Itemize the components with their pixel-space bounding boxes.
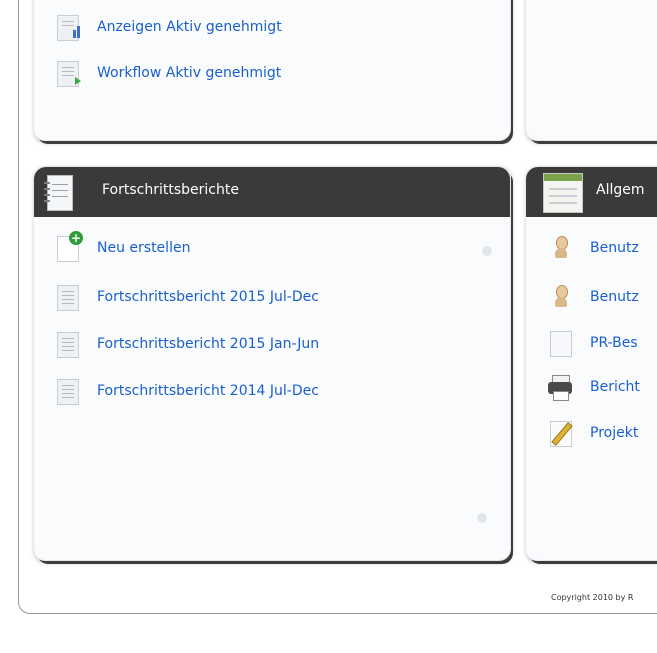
report-2015-jul-dec-link[interactable]: Fortschrittsbericht 2015 Jul-Dec <box>53 282 319 312</box>
top-right-panel <box>525 0 657 141</box>
chart-document-icon <box>53 12 83 42</box>
progress-reports-header: Fortschrittsberichte <box>34 167 510 217</box>
workflow-aktiv-link[interactable]: Workflow Aktiv genehmigt <box>53 58 281 88</box>
workflow-aktiv-label: Workflow Aktiv genehmigt <box>97 65 282 81</box>
new-report-link[interactable]: + Neu erstellen <box>53 231 191 263</box>
notebook-icon <box>44 175 73 211</box>
general-item-bericht[interactable]: Bericht <box>546 372 640 402</box>
general-item-bericht-label: Bericht <box>590 379 640 395</box>
document-icon <box>546 328 576 358</box>
general-item-user-1-label: Benutz <box>590 240 639 256</box>
report-2014-jul-dec-label: Fortschrittsbericht 2014 Jul-Dec <box>97 383 319 399</box>
top-left-panel: Anzeigen Aktiv genehmigt Workflow Aktiv … <box>33 0 511 141</box>
user-icon <box>546 282 576 312</box>
general-item-user-2[interactable]: Benutz <box>546 282 639 312</box>
report-2015-jul-dec-label: Fortschrittsbericht 2015 Jul-Dec <box>97 289 319 305</box>
workflow-document-icon <box>53 58 83 88</box>
general-panel: Allgem Benutz Benutz PR-Bes Bericht Proj… <box>525 166 657 561</box>
document-icon <box>53 329 83 359</box>
calendar-icon <box>543 173 583 213</box>
report-2015-jan-jun-label: Fortschrittsbericht 2015 Jan-Jun <box>97 336 320 352</box>
pencil-icon <box>546 418 576 448</box>
document-icon <box>53 282 83 312</box>
progress-reports-panel: Fortschrittsberichte + Neu erstellen For… <box>33 166 511 561</box>
anzeigen-aktiv-link[interactable]: Anzeigen Aktiv genehmigt <box>53 12 282 42</box>
scroll-down-handle[interactable] <box>477 513 487 523</box>
general-item-user-2-label: Benutz <box>590 289 639 305</box>
anzeigen-aktiv-label: Anzeigen Aktiv genehmigt <box>97 19 282 35</box>
general-item-pr[interactable]: PR-Bes <box>546 328 638 358</box>
user-icon <box>546 233 576 263</box>
general-item-user-1[interactable]: Benutz <box>546 233 639 263</box>
general-item-pr-label: PR-Bes <box>590 335 638 351</box>
document-icon <box>53 376 83 406</box>
general-header: Allgem <box>526 167 657 217</box>
new-document-icon: + <box>53 231 83 263</box>
printer-icon <box>546 372 576 402</box>
new-report-label: Neu erstellen <box>97 240 191 256</box>
scroll-up-handle[interactable] <box>482 246 492 256</box>
report-2014-jul-dec-link[interactable]: Fortschrittsbericht 2014 Jul-Dec <box>53 376 319 406</box>
general-item-projekt[interactable]: Projekt <box>546 418 638 448</box>
report-2015-jan-jun-link[interactable]: Fortschrittsbericht 2015 Jan-Jun <box>53 329 319 359</box>
general-item-projekt-label: Projekt <box>590 425 639 441</box>
progress-reports-title: Fortschrittsberichte <box>102 182 239 198</box>
copyright-text: Copyright 2010 by R <box>551 593 634 602</box>
general-title: Allgem <box>596 182 645 198</box>
